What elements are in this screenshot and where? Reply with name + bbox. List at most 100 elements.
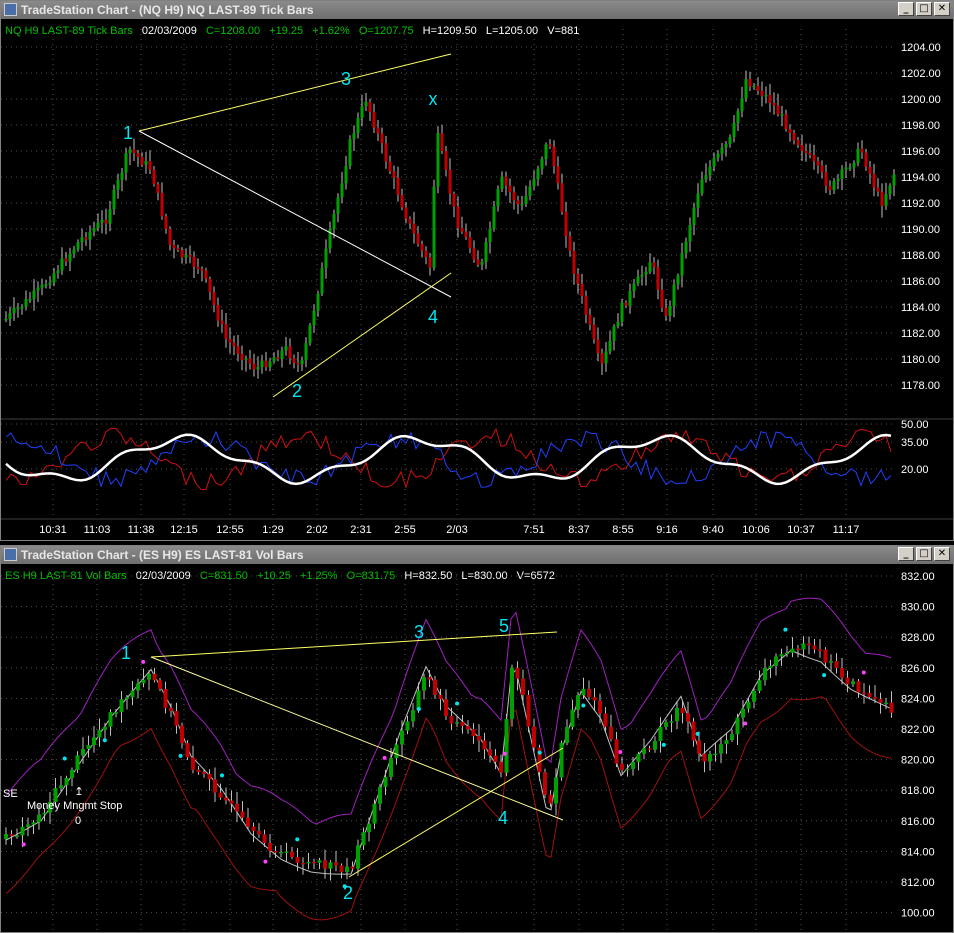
band-upper-line (5, 597, 892, 825)
price-bar-body (524, 196, 528, 205)
nq-chart-canvas[interactable]: 1204.00 1202.00 1200.00 1198.00 1196.00 1194.… (1, 19, 953, 541)
price-bar-body (720, 147, 724, 154)
price-bar-body (301, 862, 305, 865)
price-bar-body (36, 287, 40, 291)
price-bar-body (796, 648, 800, 651)
price-bar-body (592, 324, 596, 340)
price-bar-body (752, 690, 756, 702)
price-bar-body (845, 677, 850, 685)
price-bar-body (86, 745, 91, 750)
price-bar-body (862, 692, 866, 694)
price-bar-body (323, 860, 327, 869)
price-bar-body (708, 166, 712, 176)
price-bar-body (644, 271, 648, 275)
signal-marker (141, 659, 146, 664)
price-bar-body (880, 191, 884, 206)
stop-value-label: 0 (75, 815, 81, 827)
wave-label-3: 3 (341, 69, 351, 89)
price-bar-body (72, 249, 76, 254)
price-bar-body (268, 842, 272, 851)
price-bar-body (851, 681, 855, 685)
price-bar-body (240, 353, 244, 360)
price-bar-body (620, 763, 624, 771)
price-bar-body (587, 688, 591, 698)
price-axis-label: 814.00 (901, 846, 935, 858)
signal-marker (783, 627, 788, 632)
price-bar-body (235, 803, 239, 812)
price-bar-body (691, 721, 696, 741)
price-bar-body (598, 700, 602, 714)
price-bar-body (120, 172, 124, 180)
price-bar-body (26, 824, 30, 827)
price-bar-body (306, 861, 311, 864)
price-bar-body (884, 702, 888, 705)
price-bar-body (552, 146, 556, 167)
price-bar-body (653, 740, 657, 750)
price-bar-body (675, 707, 679, 722)
price-bar-body (224, 324, 228, 339)
price-bar-body (757, 680, 762, 691)
price-bar-body (174, 711, 179, 726)
time-axis-label: 10:37 (787, 524, 815, 536)
price-bar-body (868, 166, 872, 174)
price-bar-body (455, 722, 459, 724)
price-bar-body (636, 276, 640, 284)
price-bar-body (702, 753, 707, 762)
price-bar-body (290, 851, 294, 858)
restore-button[interactable]: □ (916, 2, 932, 16)
restore-button[interactable]: □ (916, 547, 932, 561)
app-icon (4, 3, 17, 16)
price-bar-body (536, 168, 540, 180)
price-bar-body (596, 339, 600, 354)
price-bar-body (163, 688, 168, 708)
trend-line-lower (272, 272, 452, 398)
price-bar-body (400, 730, 404, 745)
price-bar-body (614, 739, 619, 764)
price-bar-body (788, 129, 792, 133)
price-bar-body (436, 133, 440, 187)
price-bar-body (704, 175, 708, 180)
signal-marker (743, 721, 748, 726)
signal-marker (416, 707, 421, 712)
time-axis-label: 8:55 (612, 524, 633, 536)
es-title-bar[interactable]: TradeStation Chart - (ES H9) ES LAST-81 … (1, 546, 953, 564)
price-bar-body (588, 314, 592, 325)
price-bar-body (544, 144, 548, 160)
price-bar-body (772, 102, 776, 106)
price-bar-body (834, 661, 839, 668)
price-bar-body (584, 296, 588, 315)
price-bar-body (581, 688, 586, 696)
price-bar-body (688, 225, 692, 242)
price-bar-body (224, 797, 228, 801)
price-bar-body (295, 857, 300, 863)
price-bar-body (730, 734, 734, 741)
price-bar-body (800, 144, 804, 152)
time-axis-label: 9:16 (656, 524, 677, 536)
es-chart-window[interactable]: TradeStation Chart - (ES H9) ES LAST-81 … (0, 545, 954, 933)
price-bar-body (232, 342, 236, 347)
time-axis-label: 9:40 (702, 524, 723, 536)
price-bar-body (350, 866, 355, 869)
close-button[interactable]: ✕ (934, 2, 950, 16)
strategy-entry-label: SE (3, 788, 18, 800)
time-axis-label: 2:55 (394, 524, 415, 536)
minimize-button[interactable]: _ (898, 547, 914, 561)
minimize-button[interactable]: _ (898, 2, 914, 16)
es-chart-canvas[interactable]: 832.00 830.00 828.00 826.00 824.00 822.00 820.… (1, 564, 953, 933)
price-axis-label: 1180.00 (901, 354, 940, 366)
price-bar-body (332, 213, 336, 229)
nq-chart-window[interactable]: TradeStation Chart - (NQ H9) NQ LAST-89 … (0, 0, 954, 541)
price-bar-body (360, 106, 364, 119)
price-bar-body (276, 357, 280, 359)
nq-title-bar[interactable]: TradeStation Chart - (NQ H9) NQ LAST-89 … (1, 1, 953, 19)
price-bar-body (482, 740, 487, 750)
price-bar-body (774, 656, 778, 666)
restore-icon: □ (919, 548, 929, 559)
oscillator-red-line (5, 427, 892, 491)
price-bar-body (884, 194, 888, 206)
close-button[interactable]: ✕ (934, 547, 950, 561)
signal-marker (661, 742, 666, 747)
price-bar-body (244, 358, 248, 360)
price-bar-body (816, 161, 820, 166)
price-axis-label: 824.00 (901, 693, 935, 705)
